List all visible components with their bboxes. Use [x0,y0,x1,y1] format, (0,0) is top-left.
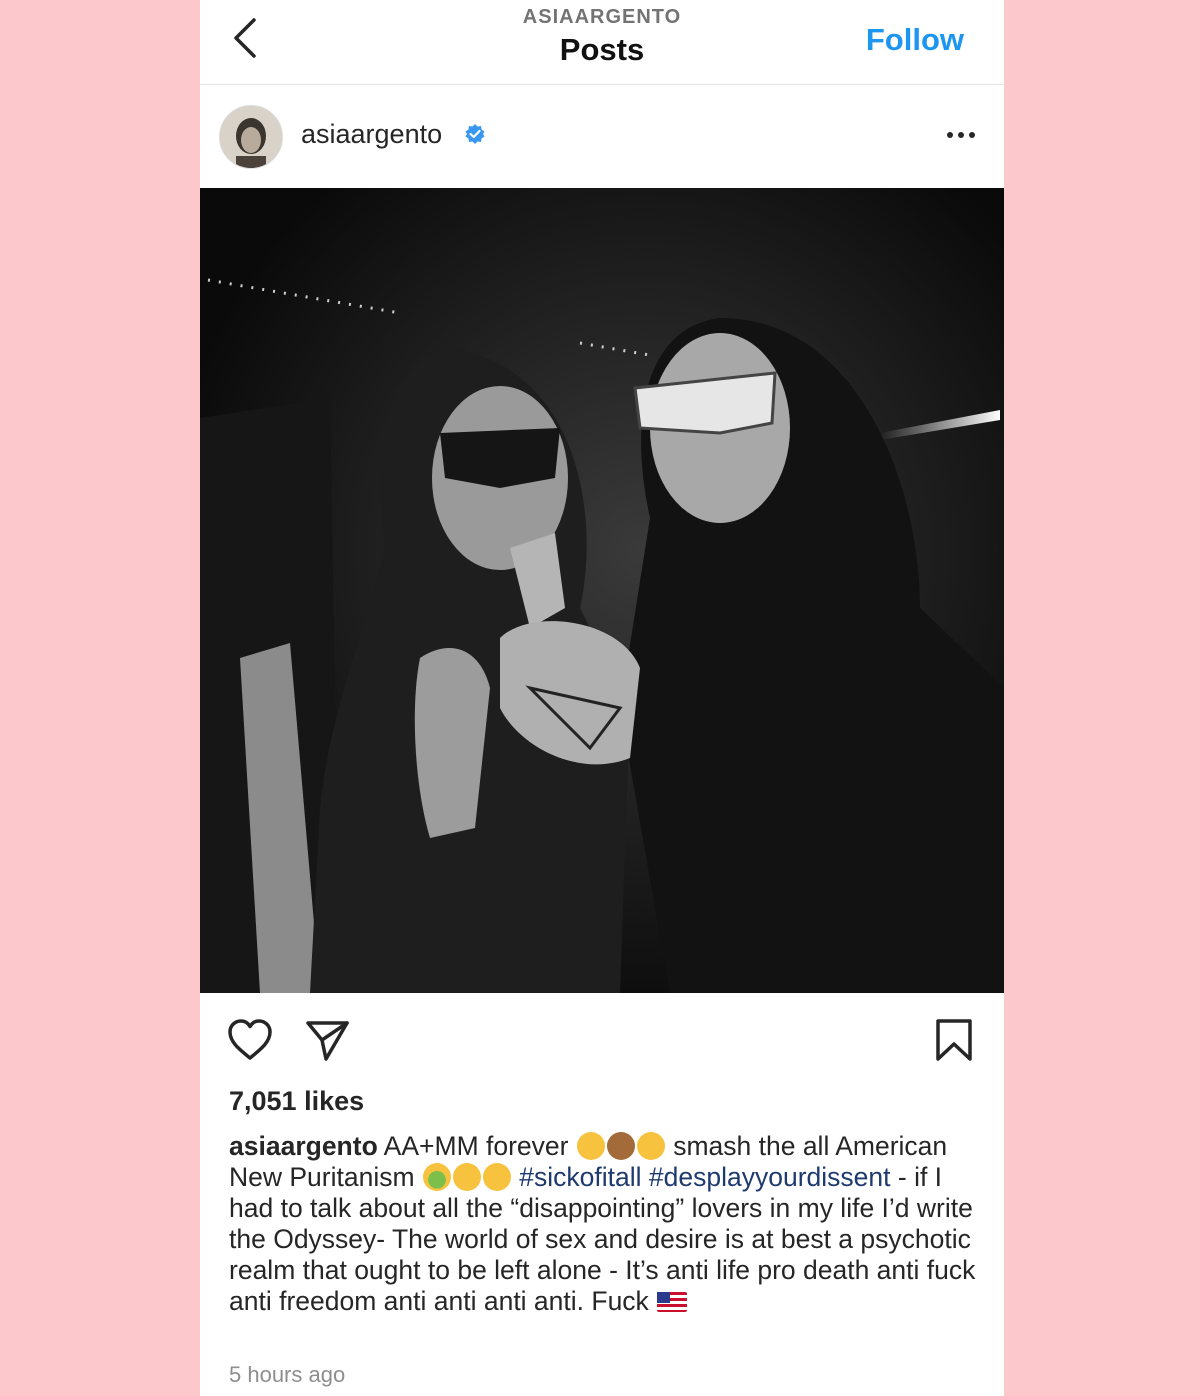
more-horizontal-icon [947,132,975,138]
top-bar: ASIAARGENTO Posts Follow [200,0,1004,85]
bookmark-icon [936,1019,972,1061]
save-button[interactable] [934,1018,974,1062]
post-header: asiaargento [200,85,1004,188]
avatar[interactable] [219,105,283,169]
see-no-evil-monkey-icon [606,1132,635,1160]
caption-username[interactable]: asiaargento [229,1131,378,1161]
verified-badge-icon [465,124,485,144]
follow-button[interactable]: Follow [866,22,964,58]
dizzy-face-icon [482,1163,511,1191]
like-button[interactable] [227,1018,273,1062]
phone-screen: ASIAARGENTO Posts Follow asiaargento 7,0… [200,0,1004,1396]
share-button[interactable] [304,1018,350,1062]
post-photo[interactable] [200,188,1004,993]
yawning-face-icon [576,1132,605,1160]
shushing-face-icon [636,1132,665,1160]
avatar-image [220,106,282,168]
exploding-head-icon [452,1163,481,1191]
post-username[interactable]: asiaargento [301,119,442,150]
likes-count[interactable]: 7,051 likes [229,1086,364,1117]
hashtag-link[interactable]: #sickofitall [519,1162,641,1192]
us-flag-icon [657,1292,688,1312]
post-timestamp: 5 hours ago [229,1362,346,1387]
hashtag-link[interactable]: #desplayyourdissent [649,1162,891,1192]
nauseated-face-icon [422,1163,451,1191]
post-actions [200,1010,1004,1070]
post-photo-illustration [200,188,1004,993]
caption-text-1: AA+MM forever [377,1131,576,1161]
more-options-button[interactable] [944,125,978,145]
heart-icon [228,1019,272,1060]
post-caption: asiaargento AA+MM forever smash the all … [229,1131,979,1317]
paper-plane-icon [306,1021,349,1061]
